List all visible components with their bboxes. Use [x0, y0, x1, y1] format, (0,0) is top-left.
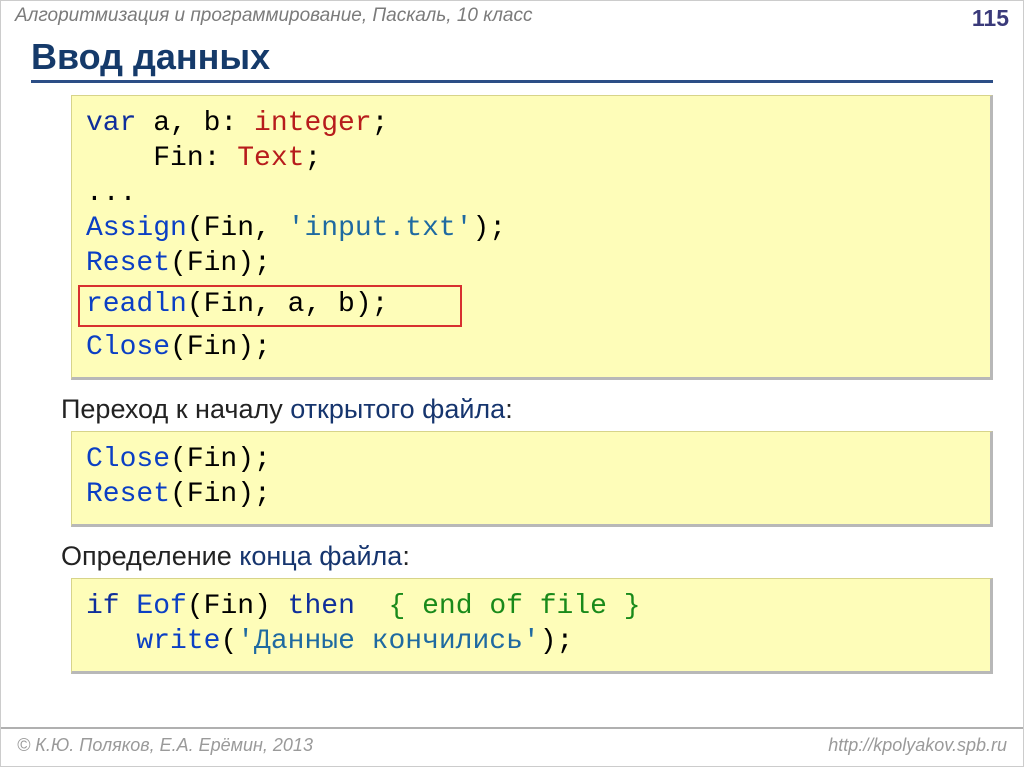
- subheading-eof: Определение конца файла:: [61, 541, 993, 572]
- code-text: (Fin);: [170, 332, 271, 363]
- type: Text: [237, 143, 304, 174]
- subheading-text: Переход к началу: [61, 394, 290, 424]
- subheading-colon: :: [505, 394, 513, 424]
- keyword: then: [288, 591, 355, 622]
- content-area: var a, b: integer; Fin: Text; ... Assign…: [1, 95, 1023, 674]
- func: Close: [86, 444, 170, 475]
- code-text: [355, 591, 389, 622]
- func: write: [136, 626, 220, 657]
- code-line: Reset(Fin);: [86, 246, 976, 281]
- code-block-3: if Eof(Fin) then { end of file } write('…: [71, 578, 993, 674]
- top-bar: Алгоритмизация и программирование, Паска…: [1, 1, 1023, 34]
- code-text: Fin:: [153, 143, 237, 174]
- code-text: (Fin, a, b);: [187, 289, 389, 320]
- func: Reset: [86, 479, 170, 510]
- subheading-rewind: Переход к началу открытого файла:: [61, 394, 993, 425]
- code-text: ...: [86, 178, 136, 209]
- string: 'Данные кончились': [237, 626, 539, 657]
- code-text: (Fin);: [170, 444, 271, 475]
- code-line: Assign(Fin, 'input.txt');: [86, 211, 976, 246]
- footer: © К.Ю. Поляков, Е.А. Ерёмин, 2013 http:/…: [1, 727, 1023, 766]
- code-text: a, b:: [136, 108, 254, 139]
- comment: { end of file }: [389, 591, 641, 622]
- slide: Алгоритмизация и программирование, Паска…: [0, 0, 1024, 767]
- page-number: 115: [972, 5, 1009, 32]
- keyword: if: [86, 591, 120, 622]
- subheading-highlight: конца файла: [239, 541, 402, 571]
- code-line: ...: [86, 176, 976, 211]
- func: Close: [86, 332, 170, 363]
- func: readln: [86, 289, 187, 320]
- code-text: (Fin): [187, 591, 288, 622]
- func: Assign: [86, 213, 187, 244]
- type: integer: [254, 108, 372, 139]
- func: Eof: [136, 591, 186, 622]
- code-text: [86, 143, 153, 174]
- code-text: [120, 591, 137, 622]
- footer-link[interactable]: http://kpolyakov.spb.ru: [828, 735, 1007, 756]
- code-block-1: var a, b: integer; Fin: Text; ... Assign…: [71, 95, 993, 380]
- subheading-colon: :: [402, 541, 410, 571]
- code-line: if Eof(Fin) then { end of file }: [86, 589, 976, 624]
- code-text: [86, 626, 136, 657]
- string: 'input.txt': [288, 213, 473, 244]
- code-line: Close(Fin);: [86, 442, 976, 477]
- code-line: Reset(Fin);: [86, 477, 976, 512]
- code-text: (: [220, 626, 237, 657]
- code-text: );: [540, 626, 574, 657]
- code-text: (Fin,: [187, 213, 288, 244]
- code-line: Fin: Text;: [86, 141, 976, 176]
- code-line: readln(Fin, a, b);: [86, 287, 976, 322]
- code-text: (Fin);: [170, 479, 271, 510]
- footer-copyright: © К.Ю. Поляков, Е.А. Ерёмин, 2013: [17, 735, 313, 756]
- code-line: write('Данные кончились');: [86, 624, 976, 659]
- subheading-highlight: открытого файла: [290, 394, 505, 424]
- code-block-2: Close(Fin); Reset(Fin);: [71, 431, 993, 527]
- code-line: Close(Fin);: [86, 330, 976, 365]
- punct: ;: [304, 143, 321, 174]
- course-label: Алгоритмизация и программирование, Паска…: [15, 5, 533, 27]
- punct: ;: [372, 108, 389, 139]
- code-text: );: [473, 213, 507, 244]
- code-text: (Fin);: [170, 248, 271, 279]
- code-line: var a, b: integer;: [86, 106, 976, 141]
- func: Reset: [86, 248, 170, 279]
- page-title: Ввод данных: [31, 36, 993, 83]
- keyword: var: [86, 108, 136, 139]
- subheading-text: Определение: [61, 541, 239, 571]
